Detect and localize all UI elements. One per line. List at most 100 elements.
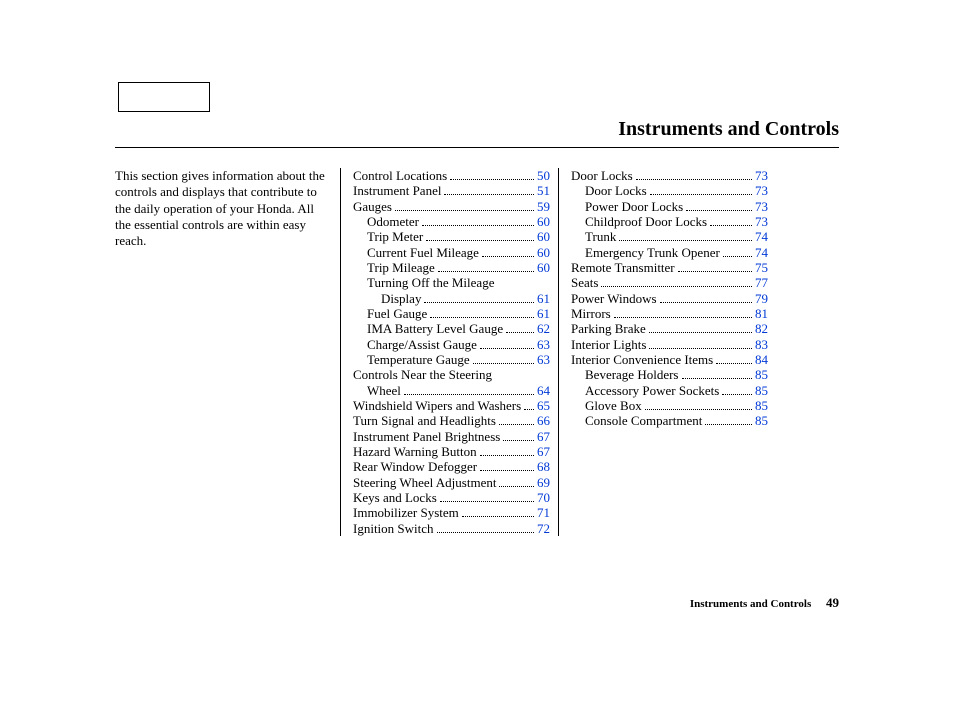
toc-leader-dots <box>660 291 752 302</box>
toc-page-link[interactable]: 73 <box>755 199 768 214</box>
toc-entry-label: Interior Lights <box>571 337 646 352</box>
toc-page-link[interactable]: 82 <box>755 321 768 336</box>
toc-page-link[interactable]: 51 <box>537 183 550 198</box>
toc-entry-label: Controls Near the Steering <box>353 367 492 382</box>
toc-page-link[interactable]: 85 <box>755 367 768 382</box>
toc-leader-dots <box>426 230 534 241</box>
toc-page-link[interactable]: 73 <box>755 183 768 198</box>
toc-page-link[interactable]: 71 <box>537 505 550 520</box>
toc-leader-dots <box>645 399 752 410</box>
toc-entry: Turning Off the Mileage <box>353 275 550 290</box>
toc-page-link[interactable]: 63 <box>537 352 550 367</box>
toc-entry: Power Windows79 <box>571 291 768 306</box>
toc-page-link[interactable]: 66 <box>537 413 550 428</box>
toc-page-link[interactable]: 60 <box>537 214 550 229</box>
toc-page-link[interactable]: 62 <box>537 321 550 336</box>
toc-leader-dots <box>482 245 534 256</box>
toc-entry: Display61 <box>353 291 550 306</box>
toc-page-link[interactable]: 85 <box>755 398 768 413</box>
toc-page-link[interactable]: 72 <box>537 521 550 536</box>
toc-page-link[interactable]: 68 <box>537 459 550 474</box>
toc-entry: Remote Transmitter 75 <box>571 260 768 275</box>
toc-leader-dots <box>710 215 752 226</box>
toc-page-link[interactable]: 74 <box>755 229 768 244</box>
body-columns: This section gives information about the… <box>115 168 839 536</box>
toc-entry-label: Odometer <box>367 214 419 229</box>
toc-entry-label: Door Locks <box>585 183 647 198</box>
toc-page-link[interactable]: 50 <box>537 168 550 183</box>
toc-page-link[interactable]: 60 <box>537 260 550 275</box>
toc-entry-label: Door Locks <box>571 168 633 183</box>
toc-entry: Current Fuel Mileage 60 <box>353 245 550 260</box>
toc-page-link[interactable]: 65 <box>537 398 550 413</box>
toc-entry-label: Remote Transmitter <box>571 260 675 275</box>
toc-entry: Seats77 <box>571 275 768 290</box>
toc-page-link[interactable]: 61 <box>537 291 550 306</box>
toc-entry-label: Turn Signal and Headlights <box>353 413 496 428</box>
toc-entry-label: Instrument Panel Brightness <box>353 429 500 444</box>
toc-leader-dots <box>473 353 534 364</box>
toc-page-link[interactable]: 67 <box>537 429 550 444</box>
toc-entry: Door Locks 73 <box>571 183 768 198</box>
toc-page-link[interactable]: 83 <box>755 337 768 352</box>
toc-page-link[interactable]: 85 <box>755 413 768 428</box>
toc-page-link[interactable]: 59 <box>537 199 550 214</box>
toc-entry: IMA Battery Level Gauge62 <box>353 321 550 336</box>
toc-page-link[interactable]: 61 <box>537 306 550 321</box>
toc-entry-label: Wheel <box>367 383 401 398</box>
toc-page-link[interactable]: 75 <box>755 260 768 275</box>
toc-leader-dots <box>649 337 752 348</box>
toc-entry-label: Glove Box <box>585 398 642 413</box>
toc-entry-label: Temperature Gauge <box>367 352 470 367</box>
toc-page-link[interactable]: 77 <box>755 275 768 290</box>
toc-page-link[interactable]: 81 <box>755 306 768 321</box>
toc-leader-dots <box>722 383 752 394</box>
toc-page-link[interactable]: 79 <box>755 291 768 306</box>
toc-entry: Power Door Locks73 <box>571 199 768 214</box>
toc-entry: Ignition Switch72 <box>353 521 550 536</box>
toc-entry: Instrument Panel51 <box>353 183 550 198</box>
toc-page-link[interactable]: 74 <box>755 245 768 260</box>
toc-leader-dots <box>440 491 534 502</box>
toc-entry-label: Immobilizer System <box>353 505 459 520</box>
toc-leader-dots <box>601 276 752 287</box>
page: Instruments and Controls This section gi… <box>0 0 954 710</box>
toc-page-link[interactable]: 73 <box>755 168 768 183</box>
toc-page-link[interactable]: 69 <box>537 475 550 490</box>
page-title: Instruments and Controls <box>115 118 839 148</box>
toc-entry-label: Trip Mileage <box>367 260 435 275</box>
toc-entry: Rear Window Defogger68 <box>353 459 550 474</box>
toc-entry: Glove Box 85 <box>571 398 768 413</box>
toc-leader-dots <box>524 399 534 410</box>
toc-entry: Charge/Assist Gauge 63 <box>353 337 550 352</box>
footer: Instruments and Controls 49 <box>690 595 839 611</box>
toc-page-link[interactable]: 73 <box>755 214 768 229</box>
toc-page-link[interactable]: 70 <box>537 490 550 505</box>
toc-entry: Windshield Wipers and Washers65 <box>353 398 550 413</box>
toc-entry-label: Trunk <box>585 229 616 244</box>
toc-entry-label: Charge/Assist Gauge <box>367 337 477 352</box>
toc-entry: Trip Meter60 <box>353 229 550 244</box>
toc-leader-dots <box>480 445 534 456</box>
toc-page-link[interactable]: 67 <box>537 444 550 459</box>
toc-leader-dots <box>619 230 752 241</box>
toc-leader-dots <box>649 322 752 333</box>
toc-entry: Interior Lights 83 <box>571 337 768 352</box>
toc-page-link[interactable]: 85 <box>755 383 768 398</box>
toc-leader-dots <box>480 460 534 471</box>
toc-entry-label: Childproof Door Locks <box>585 214 707 229</box>
toc-entry-label: Current Fuel Mileage <box>367 245 479 260</box>
toc-page-link[interactable]: 63 <box>537 337 550 352</box>
toc-page-link[interactable]: 64 <box>537 383 550 398</box>
toc-page-link[interactable]: 60 <box>537 229 550 244</box>
toc-leader-dots <box>650 184 752 195</box>
toc-leader-dots <box>450 169 534 180</box>
intro-text: This section gives information about the… <box>115 168 340 536</box>
toc-entry: Wheel 64 <box>353 383 550 398</box>
toc-page-link[interactable]: 84 <box>755 352 768 367</box>
toc-page-link[interactable]: 60 <box>537 245 550 260</box>
toc-leader-dots <box>723 245 752 256</box>
toc-entry: Steering Wheel Adjustment69 <box>353 475 550 490</box>
toc-leader-dots <box>462 506 534 517</box>
toc-entry: Beverage Holders85 <box>571 367 768 382</box>
